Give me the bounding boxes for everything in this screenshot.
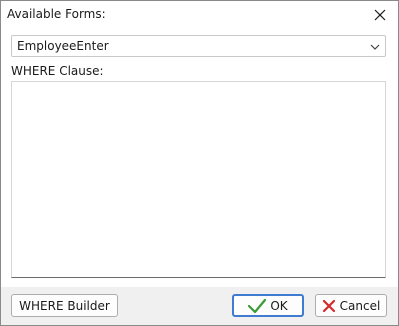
form-select[interactable]: EmployeeEnter	[11, 35, 386, 57]
chevron-down-icon	[370, 44, 380, 50]
cancel-label: Cancel	[339, 298, 381, 313]
x-icon	[322, 299, 336, 313]
title-bar: Available Forms:	[1, 1, 398, 29]
checkmark-icon	[248, 298, 267, 313]
dialog-content: EmployeeEnter WHERE Clause:	[1, 29, 398, 287]
where-clause-label: WHERE Clause:	[11, 64, 104, 78]
form-select-value: EmployeeEnter	[17, 39, 109, 53]
close-icon	[374, 9, 386, 21]
cancel-button[interactable]: Cancel	[315, 294, 387, 317]
where-builder-label: WHERE Builder	[19, 298, 110, 313]
where-clause-input[interactable]	[11, 81, 386, 278]
ok-button[interactable]: OK	[232, 294, 304, 317]
ok-label: OK	[270, 298, 288, 313]
button-bar: WHERE Builder OK Cancel	[1, 287, 398, 325]
close-button[interactable]	[362, 1, 398, 29]
dialog-title: Available Forms:	[7, 7, 106, 21]
dialog-window: Available Forms: EmployeeEnter WHERE Cla…	[0, 0, 399, 326]
where-builder-button[interactable]: WHERE Builder	[11, 294, 118, 317]
